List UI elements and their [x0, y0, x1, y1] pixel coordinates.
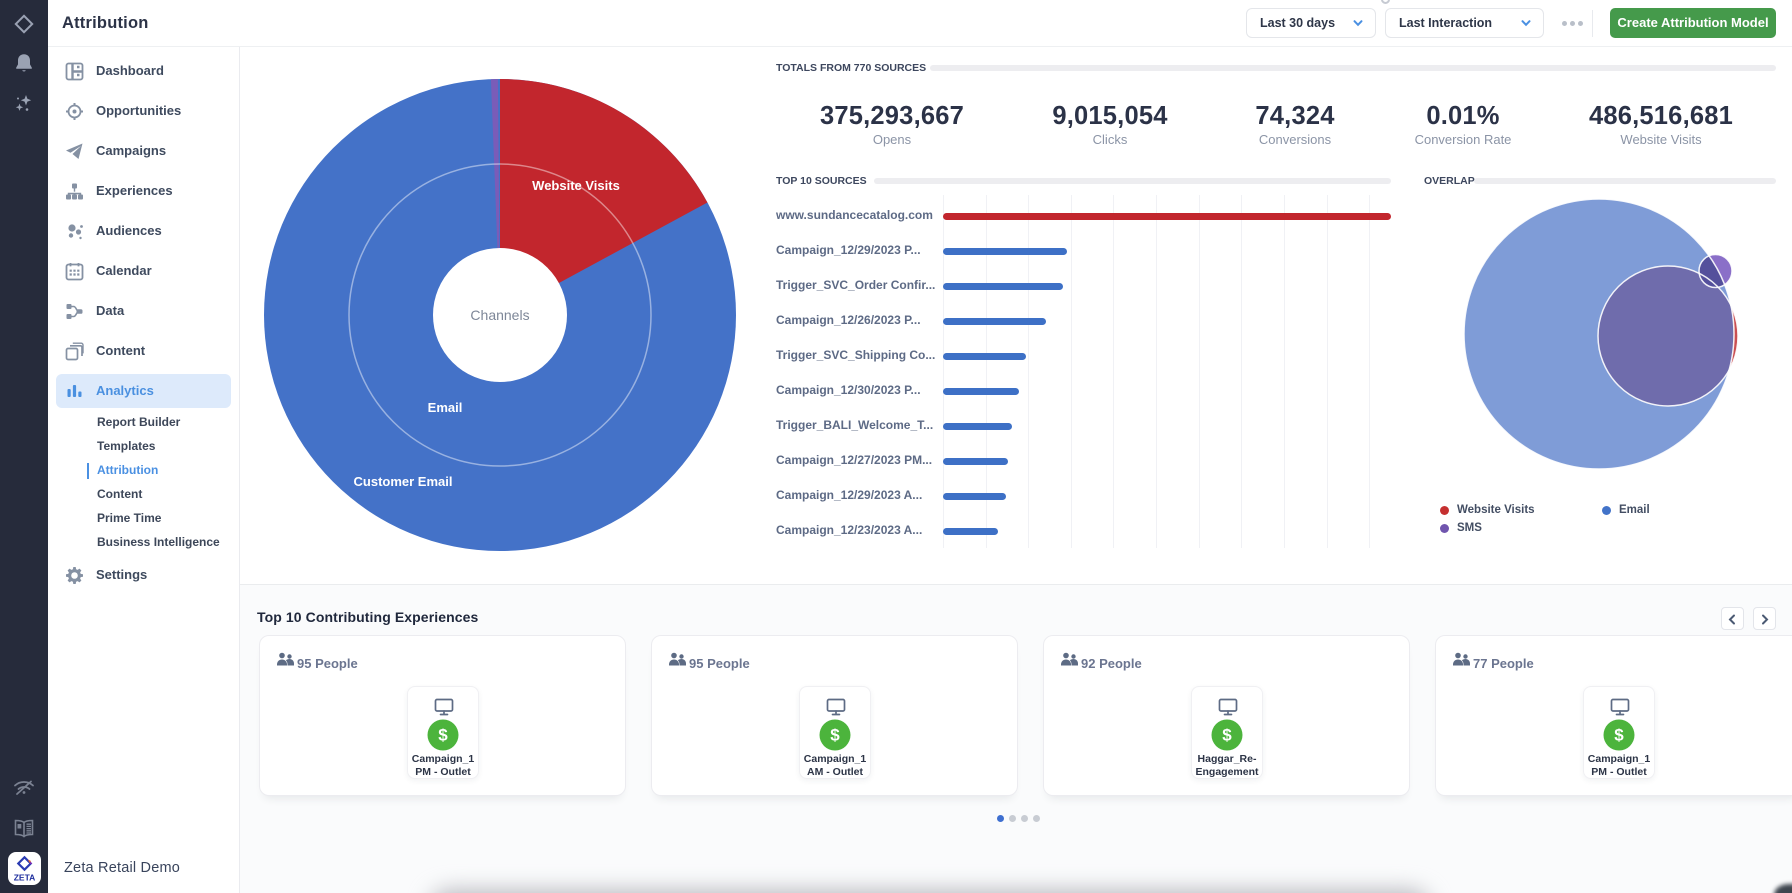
svg-text:Customer Email: Customer Email	[354, 474, 453, 489]
svg-text:ZETA: ZETA	[14, 873, 36, 883]
svg-text:Email: Email	[428, 400, 463, 415]
svg-text:Website Visits: Website Visits	[532, 178, 620, 193]
svg-text:Channels: Channels	[470, 307, 529, 323]
